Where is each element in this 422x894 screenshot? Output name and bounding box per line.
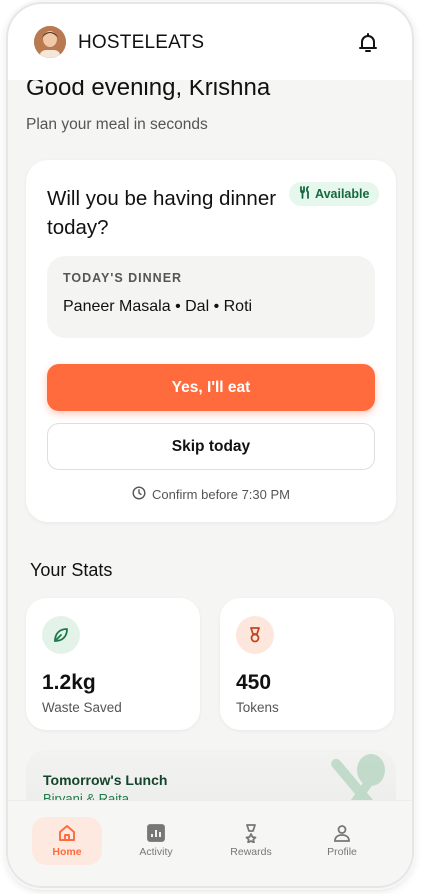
fork-knife-icon	[299, 186, 311, 202]
confirm-deadline: Confirm before 7:30 PM	[26, 486, 396, 503]
stats-title: Your Stats	[30, 560, 113, 580]
stat-label: Tokens	[236, 700, 279, 715]
nav-label: Profile	[327, 846, 357, 858]
yes-eat-button[interactable]: Yes, I'll eat	[47, 364, 375, 411]
stat-value: 450	[236, 671, 272, 694]
todays-dinner-menu: Paneer Masala • Dal • Roti	[63, 298, 253, 315]
tomorrow-title: Tomorrow's Lunch	[43, 772, 168, 788]
todays-dinner-box: TODAY'S DINNER Paneer Masala • Dal • Rot…	[47, 256, 375, 338]
dinner-question: Will you be having dinner today?	[47, 187, 277, 239]
dinner-card: Will you be having dinner today? Availab…	[26, 160, 396, 522]
stat-card-tokens[interactable]: 450 Tokens	[220, 598, 394, 730]
nav-label: Home	[52, 846, 82, 858]
stat-label: Waste Saved	[42, 700, 122, 715]
home-icon	[59, 825, 75, 841]
leaf-icon	[42, 616, 80, 654]
badge-label: Available	[315, 187, 370, 201]
activity-icon	[147, 824, 165, 842]
nav-rewards[interactable]: Rewards	[216, 817, 286, 865]
clock-icon	[132, 486, 146, 503]
confirm-text: Confirm before 7:30 PM	[151, 487, 290, 502]
status-badge: Available	[289, 182, 380, 206]
greeting-subtitle: Plan your meal in seconds	[26, 116, 208, 133]
rewards-icon	[245, 824, 257, 843]
avatar[interactable]	[34, 26, 66, 58]
nav-activity[interactable]: Activity	[121, 817, 191, 865]
skip-today-button[interactable]: Skip today	[47, 423, 375, 470]
todays-dinner-label: TODAY'S DINNER	[63, 271, 183, 285]
stat-value: 1.2kg	[42, 671, 96, 694]
top-bar: HOSTELEATS	[8, 4, 412, 80]
nav-label: Rewards	[230, 846, 272, 858]
bottom-nav: Home Activity Rewards Profile	[8, 800, 412, 886]
stat-card-waste[interactable]: 1.2kg Waste Saved	[26, 598, 200, 730]
nav-label: Activity	[139, 846, 173, 858]
medal-icon	[236, 616, 274, 654]
phone-frame: HOSTELEATS Good evening, Krishna Plan yo…	[8, 4, 412, 886]
nav-home[interactable]: Home	[32, 817, 102, 865]
nav-profile[interactable]: Profile	[307, 817, 377, 865]
profile-icon	[334, 825, 350, 842]
bell-icon[interactable]	[356, 31, 380, 55]
app-brand: HOSTELEATS	[78, 32, 205, 53]
